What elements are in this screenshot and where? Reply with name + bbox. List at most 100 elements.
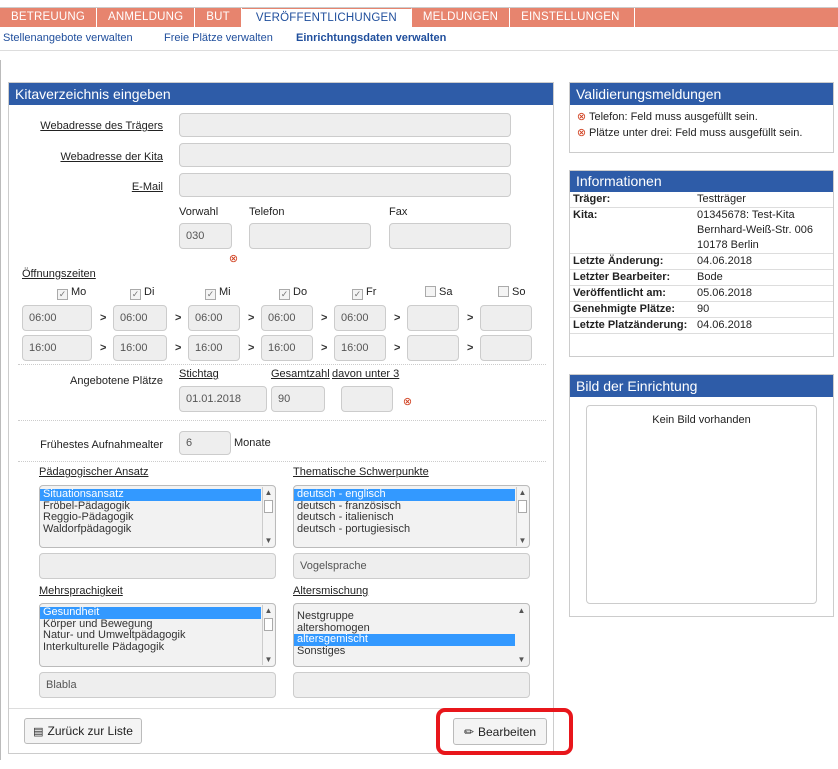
list-item[interactable]: Natur- und Umweltpädagogik xyxy=(40,629,275,642)
so-from-input[interactable] xyxy=(480,305,532,331)
tab-betreuung[interactable]: BETREUUNG xyxy=(0,8,98,27)
day-checkbox-do[interactable]: ✓ Do xyxy=(279,286,307,300)
email-input[interactable] xyxy=(179,173,511,197)
paedagogik-listbox[interactable]: Situationsansatz Fröbel-Pädagogik Reggio… xyxy=(39,485,276,548)
gesamtzahl-input[interactable]: 90 xyxy=(271,386,325,412)
day-checkbox-mi[interactable]: ✓ Mi xyxy=(205,286,231,300)
do-from-input[interactable]: 06:00 xyxy=(261,305,313,331)
list-item[interactable]: deutsch - portugiesisch xyxy=(294,523,529,536)
scrollbar[interactable]: ▲ ▼ xyxy=(516,605,528,665)
mi-from-input[interactable]: 06:00 xyxy=(188,305,240,331)
edit-button[interactable]: ✏ Bearbeiten xyxy=(453,718,547,745)
mehrsprachigkeit-listbox[interactable]: Gesundheit Körper und Bewegung Natur- un… xyxy=(39,603,276,667)
divider xyxy=(18,461,546,462)
fax-input[interactable] xyxy=(389,223,511,249)
so-to-input[interactable] xyxy=(480,335,532,361)
image-placeholder: Kein Bild vorhanden xyxy=(586,405,817,604)
list-item[interactable]: Sonstiges xyxy=(294,645,529,658)
traeger-url-label: Webadresse des Trägers xyxy=(40,120,163,132)
email-label: E-Mail xyxy=(131,181,163,193)
validation-message: ⊗ Telefon: Feld muss ausgefüllt sein. xyxy=(576,111,758,123)
list-icon: ▤ xyxy=(33,725,44,738)
scroll-up-icon[interactable]: ▲ xyxy=(516,606,527,615)
top-strip xyxy=(0,0,838,8)
mo-from-input[interactable]: 06:00 xyxy=(22,305,92,331)
tab-veroeffentlichungen[interactable]: VERÖFFENTLICHUNGEN xyxy=(241,8,412,27)
day-checkbox-di[interactable]: ✓ Di xyxy=(130,286,154,300)
scroll-up-icon[interactable]: ▲ xyxy=(263,606,274,615)
no-image-text: Kein Bild vorhanden xyxy=(652,414,751,426)
list-item[interactable]: Gesundheit xyxy=(40,606,261,619)
subnav-einrichtungsdaten[interactable]: Einrichtungsdaten verwalten xyxy=(292,27,454,50)
scrollbar[interactable]: ▲ ▼ xyxy=(262,605,274,665)
checkbox-icon: ✓ xyxy=(352,289,363,300)
di-from-input[interactable]: 06:00 xyxy=(113,305,167,331)
scroll-thumb[interactable] xyxy=(264,618,273,631)
scroll-down-icon[interactable]: ▼ xyxy=(516,655,527,664)
sa-from-input[interactable] xyxy=(407,305,459,331)
plaetze-label: Angebotene Plätze xyxy=(70,375,163,387)
schwerpunkte-listbox[interactable]: deutsch - englisch deutsch - französisch… xyxy=(293,485,530,548)
unter3-input[interactable] xyxy=(341,386,393,412)
divider xyxy=(18,364,546,365)
checkbox-icon: ✓ xyxy=(130,289,141,300)
traeger-url-input[interactable] xyxy=(179,113,511,137)
scrollbar[interactable]: ▲ ▼ xyxy=(516,487,528,546)
list-item[interactable]: Nestgruppe xyxy=(294,610,529,623)
vorwahl-input[interactable]: 030 xyxy=(179,223,232,249)
day-checkbox-mo[interactable]: ✓ Mo xyxy=(57,286,86,300)
sub-navigation: Stellenangebote verwalten Freie Plätze v… xyxy=(0,27,838,51)
telefon-error-icon: ⊗ xyxy=(228,253,239,265)
fr-to-input[interactable]: 16:00 xyxy=(334,335,386,361)
schwerpunkte-other-input[interactable]: Vogelsprache xyxy=(293,553,530,579)
day-checkbox-fr[interactable]: ✓ Fr xyxy=(352,286,376,300)
day-checkbox-so[interactable]: So xyxy=(498,286,525,298)
list-item[interactable]: deutsch - italienisch xyxy=(294,511,529,524)
list-item[interactable]: Situationsansatz xyxy=(40,488,261,501)
fax-label: Fax xyxy=(389,206,408,218)
list-item[interactable]: altersgemischt xyxy=(294,633,515,646)
tab-but[interactable]: BUT xyxy=(195,8,242,27)
back-to-list-button[interactable]: ▤ Zurück zur Liste xyxy=(24,718,142,744)
paedagogik-other-input[interactable] xyxy=(39,553,276,579)
list-item[interactable]: deutsch - englisch xyxy=(294,488,515,501)
tab-meldungen[interactable]: MELDUNGEN xyxy=(412,8,511,27)
scroll-up-icon[interactable]: ▲ xyxy=(263,488,274,497)
chevron-right-icon: > xyxy=(175,312,182,324)
subnav-stellenangebote[interactable]: Stellenangebote verwalten xyxy=(0,27,160,50)
sa-to-input[interactable] xyxy=(407,335,459,361)
scroll-down-icon[interactable]: ▼ xyxy=(517,536,528,545)
unter3-label: davon unter 3 xyxy=(332,368,400,380)
stichtag-input[interactable]: 01.01.2018 xyxy=(179,386,267,412)
mehrsprachigkeit-other-input[interactable]: Blabla xyxy=(39,672,276,698)
tab-anmeldung[interactable]: ANMELDUNG xyxy=(97,8,196,27)
scroll-down-icon[interactable]: ▼ xyxy=(263,655,274,664)
table-row: Letzter Bearbeiter: Bode xyxy=(570,269,833,286)
aufnahmealter-input[interactable]: 6 xyxy=(179,431,231,455)
scroll-up-icon[interactable]: ▲ xyxy=(517,488,528,497)
list-item[interactable]: Waldorfpädagogik xyxy=(40,523,275,536)
list-item[interactable]: Interkulturelle Pädagogik xyxy=(40,641,275,654)
kita-url-input[interactable] xyxy=(179,143,511,167)
fr-from-input[interactable]: 06:00 xyxy=(334,305,386,331)
subnav-freie-plaetze[interactable]: Freie Plätze verwalten xyxy=(160,27,292,50)
divider xyxy=(18,420,546,421)
di-to-input[interactable]: 16:00 xyxy=(113,335,167,361)
list-item[interactable]: Reggio-Pädagogik xyxy=(40,511,275,524)
altersmischung-listbox[interactable]: Nestgruppe altershomogen altersgemischt … xyxy=(293,603,530,667)
mi-to-input[interactable]: 16:00 xyxy=(188,335,240,361)
day-checkbox-sa[interactable]: Sa xyxy=(425,286,452,298)
checkbox-icon xyxy=(498,286,509,297)
tab-einstellungen[interactable]: EINSTELLUNGEN xyxy=(510,8,635,27)
checkbox-icon: ✓ xyxy=(205,289,216,300)
scroll-thumb[interactable] xyxy=(264,500,273,513)
chevron-right-icon: > xyxy=(321,312,328,324)
scroll-thumb[interactable] xyxy=(518,500,527,513)
table-row: Letzte Änderung: 04.06.2018 xyxy=(570,253,833,270)
scrollbar[interactable]: ▲ ▼ xyxy=(262,487,274,546)
altersmischung-other-input[interactable] xyxy=(293,672,530,698)
scroll-down-icon[interactable]: ▼ xyxy=(263,536,274,545)
telefon-input[interactable] xyxy=(249,223,371,249)
mo-to-input[interactable]: 16:00 xyxy=(22,335,92,361)
do-to-input[interactable]: 16:00 xyxy=(261,335,313,361)
